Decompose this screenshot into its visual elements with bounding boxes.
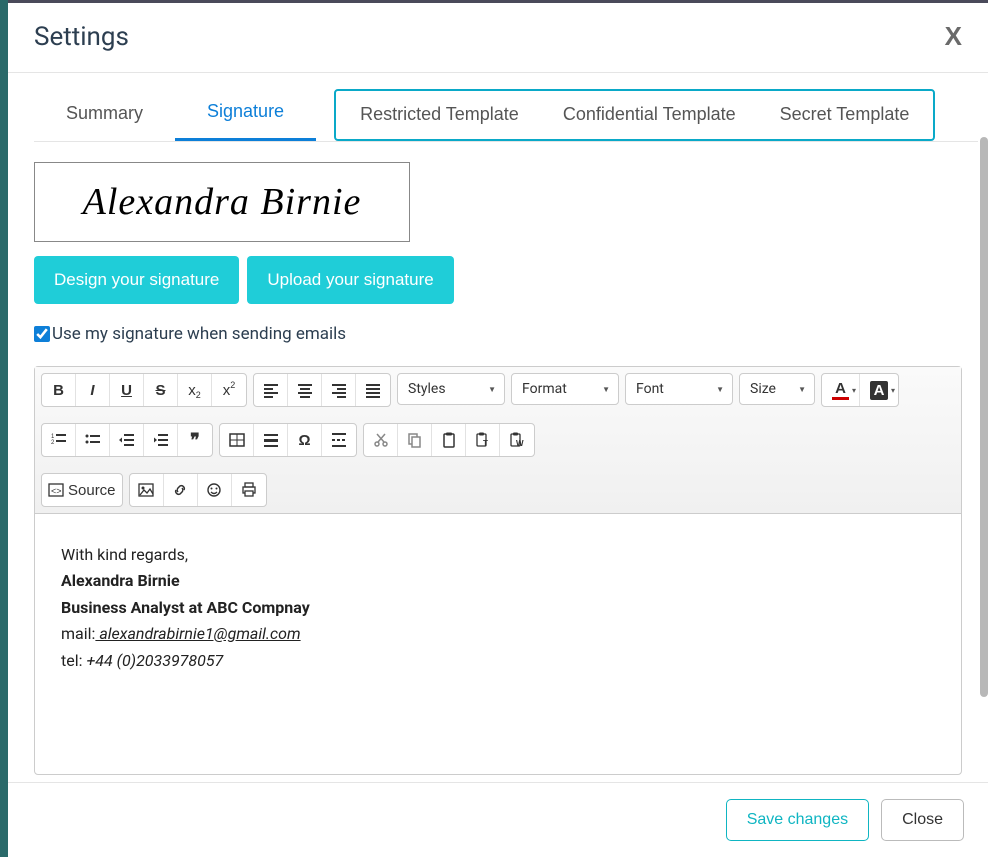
modal-footer: Save changes Close: [8, 782, 988, 857]
format-select[interactable]: Format: [511, 373, 619, 405]
superscript-button[interactable]: x2: [212, 374, 246, 406]
tel-label: tel:: [61, 651, 86, 670]
page-break-button[interactable]: [322, 424, 356, 456]
modal-title: Settings: [34, 22, 129, 52]
italic-button[interactable]: I: [76, 374, 110, 406]
signature-preview: Alexandra Birnie: [34, 162, 410, 242]
indent-button[interactable]: [144, 424, 178, 456]
source-group: <> Source: [41, 473, 123, 507]
strikethrough-button[interactable]: S: [144, 374, 178, 406]
emoji-button[interactable]: [198, 474, 232, 506]
scrollbar-thumb[interactable]: [980, 137, 988, 697]
outdent-button[interactable]: [110, 424, 144, 456]
image-button[interactable]: [130, 474, 164, 506]
upload-signature-button[interactable]: Upload your signature: [247, 256, 453, 304]
signature-role: Business Analyst at ABC Compnay: [61, 595, 935, 621]
template-tab-group: Restricted Template Confidential Templat…: [334, 89, 935, 141]
blockquote-button[interactable]: ❞: [178, 424, 212, 456]
styles-select[interactable]: Styles: [397, 373, 505, 405]
svg-text:T: T: [483, 439, 488, 448]
paste-button[interactable]: [432, 424, 466, 456]
table-button[interactable]: [220, 424, 254, 456]
text-color-button[interactable]: A▾: [822, 374, 860, 406]
tab-secret-template[interactable]: Secret Template: [758, 91, 932, 139]
signature-mail-line: mail: alexandrabirnie1@gmail.com: [61, 621, 935, 647]
tab-restricted-template[interactable]: Restricted Template: [338, 91, 541, 139]
design-signature-button[interactable]: Design your signature: [34, 256, 239, 304]
close-button[interactable]: Close: [881, 799, 964, 841]
size-select[interactable]: Size: [739, 373, 815, 405]
tab-summary[interactable]: Summary: [34, 89, 175, 141]
tab-bar: Summary Signature Restricted Template Co…: [34, 89, 978, 142]
use-signature-checkbox[interactable]: [34, 326, 50, 342]
editor-body[interactable]: With kind regards, Alexandra Birnie Busi…: [35, 514, 961, 774]
signature-button-row: Design your signature Upload your signat…: [34, 256, 962, 304]
modal-header: Settings X: [8, 3, 988, 73]
align-group: [253, 373, 391, 407]
clipboard-group: T W: [363, 423, 535, 457]
insert-group: Ω: [219, 423, 357, 457]
color-group: A▾ A▾: [821, 373, 899, 407]
use-signature-label: Use my signature when sending emails: [52, 324, 346, 344]
signature-tel-line: tel: +44 (0)2033978057: [61, 648, 935, 674]
signature-name: Alexandra Birnie: [61, 568, 935, 594]
signature-greeting: With kind regards,: [61, 542, 935, 568]
copy-button[interactable]: [398, 424, 432, 456]
ordered-list-button[interactable]: 12: [42, 424, 76, 456]
subscript-button[interactable]: x2: [178, 374, 212, 406]
background-color-button[interactable]: A▾: [860, 374, 898, 406]
tab-signature[interactable]: Signature: [175, 89, 316, 141]
unordered-list-button[interactable]: [76, 424, 110, 456]
horizontal-rule-button[interactable]: [254, 424, 288, 456]
text-style-group: B I U S x2 x2: [41, 373, 247, 407]
bold-button[interactable]: B: [42, 374, 76, 406]
media-group: [129, 473, 267, 507]
print-button[interactable]: [232, 474, 266, 506]
tel-value: +44 (0)2033978057: [86, 651, 223, 670]
editor-toolbar: B I U S x2 x2: [35, 367, 961, 514]
tab-confidential-template[interactable]: Confidential Template: [541, 91, 758, 139]
rich-text-editor: B I U S x2 x2: [34, 366, 962, 775]
list-group: 12 ❞: [41, 423, 213, 457]
use-signature-row[interactable]: Use my signature when sending emails: [34, 324, 962, 344]
mail-link[interactable]: alexandrabirnie1@gmail.com: [95, 624, 300, 643]
cut-button[interactable]: [364, 424, 398, 456]
settings-modal: Settings X Summary Signature Restricted …: [8, 0, 988, 857]
close-icon[interactable]: X: [945, 21, 962, 52]
svg-text:<>: <>: [51, 486, 62, 496]
content-area: Alexandra Birnie Design your signature U…: [8, 142, 988, 782]
link-button[interactable]: [164, 474, 198, 506]
underline-button[interactable]: U: [110, 374, 144, 406]
paste-word-button[interactable]: W: [500, 424, 534, 456]
save-changes-button[interactable]: Save changes: [726, 799, 869, 841]
font-select[interactable]: Font: [625, 373, 733, 405]
align-right-button[interactable]: [322, 374, 356, 406]
paste-text-button[interactable]: T: [466, 424, 500, 456]
mail-label: mail:: [61, 624, 95, 643]
align-justify-button[interactable]: [356, 374, 390, 406]
align-left-button[interactable]: [254, 374, 288, 406]
source-button[interactable]: <> Source: [42, 474, 122, 506]
svg-text:W: W: [516, 439, 524, 448]
align-center-button[interactable]: [288, 374, 322, 406]
special-char-button[interactable]: Ω: [288, 424, 322, 456]
svg-text:2: 2: [51, 440, 55, 446]
source-label: Source: [68, 482, 116, 499]
